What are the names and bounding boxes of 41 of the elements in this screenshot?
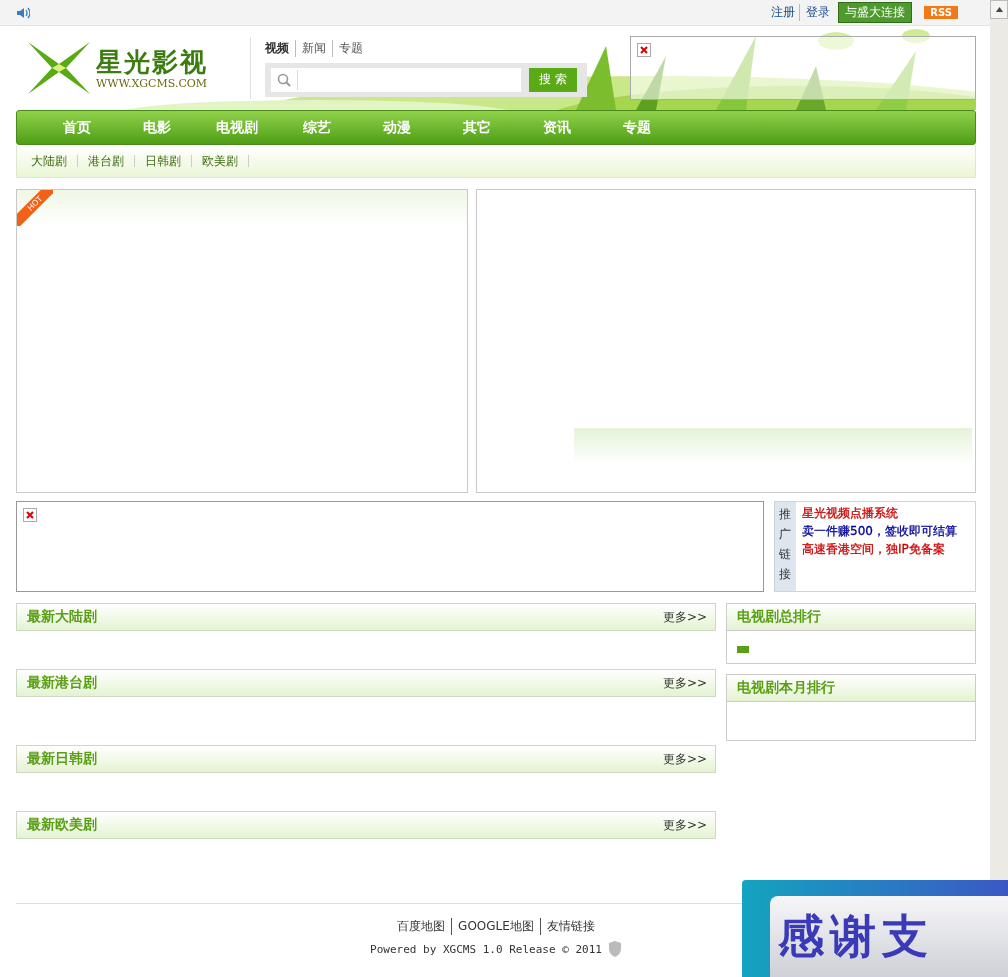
floating-ad[interactable]: 感谢支 xyxy=(742,880,1008,977)
top-link[interactable]: 登录 xyxy=(799,4,831,21)
scrollbar[interactable] xyxy=(990,0,1008,880)
section-title: 最新大陆剧 xyxy=(27,608,97,626)
section-title: 最新港台剧 xyxy=(27,674,97,692)
star-logo-icon xyxy=(26,40,92,96)
promo-link[interactable]: 卖一件赚500，签收即可结算 xyxy=(802,522,957,540)
subnav-item[interactable]: 港台剧 xyxy=(88,152,124,170)
subnav-item[interactable]: 大陆剧 xyxy=(31,152,67,170)
more-link[interactable]: 更多>> xyxy=(662,674,707,692)
logo-url: WWW.XGCMS.COM xyxy=(96,76,208,90)
more-link[interactable]: 更多>> xyxy=(662,608,707,626)
subnav-item[interactable]: 日韩剧 xyxy=(145,152,181,170)
top-link[interactable]: 注册 xyxy=(771,4,796,21)
footer-link[interactable]: 百度地图 xyxy=(397,918,446,935)
logo-title: 星光影视 xyxy=(96,46,208,77)
footer-link[interactable]: 友情链接 xyxy=(539,918,595,935)
float-ad-text: 感谢支 xyxy=(778,907,934,965)
connect-button[interactable]: 与盛大连接 xyxy=(838,2,913,23)
powered-by-text: Powered by XGCMS 1.0 Release © 2011 xyxy=(370,942,602,956)
scroll-up-icon[interactable] xyxy=(995,7,1003,12)
more-link[interactable]: 更多>> xyxy=(662,750,707,768)
shield-icon xyxy=(607,941,622,957)
broken-image-icon xyxy=(23,508,37,522)
ranking-title: 电视剧本月排行 xyxy=(737,679,835,697)
promo-link[interactable]: 高速香港空间，独IP免备案 xyxy=(802,540,945,558)
promo-link[interactable]: 星光视频点播系统 xyxy=(802,504,898,522)
more-link[interactable]: 更多>> xyxy=(662,816,707,834)
speaker-icon[interactable] xyxy=(16,6,30,19)
ranking-title: 电视剧总排行 xyxy=(737,608,821,626)
subnav-item[interactable]: 欧美剧 xyxy=(202,152,238,170)
search-tab[interactable]: 专题 xyxy=(332,39,363,57)
section-title: 最新欧美剧 xyxy=(27,816,97,834)
promo-label: 推广链接 xyxy=(775,502,796,591)
search-field[interactable] xyxy=(271,67,522,92)
search-icon xyxy=(277,72,291,87)
search-tab[interactable]: 视频 xyxy=(265,39,289,57)
broken-image-icon xyxy=(637,43,651,57)
search-tab[interactable]: 新闻 xyxy=(295,39,326,57)
section-title: 最新日韩剧 xyxy=(27,750,97,768)
footer-link[interactable]: GOOGLE地图 xyxy=(451,918,534,935)
